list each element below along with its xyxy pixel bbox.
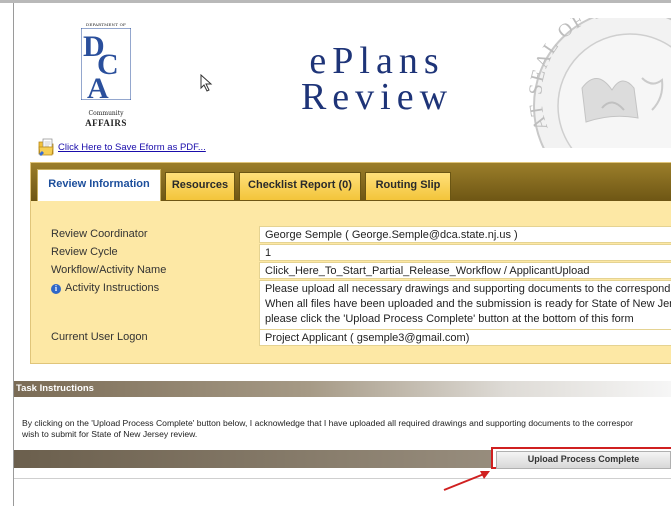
task-instructions-header: Task Instructions [14, 381, 671, 397]
task-text-line2: wish to submit for State of New Jersey r… [22, 429, 198, 439]
mouse-cursor-icon [200, 74, 213, 92]
tab-bar: Review Information Resources Checklist R… [31, 163, 671, 201]
activity-instructions-line2: When all files have been uploaded and th… [265, 298, 671, 310]
activity-instructions-line3: please click the 'Upload Process Complet… [265, 313, 634, 325]
red-arrow-annotation [443, 471, 490, 491]
current-user-value: Project Applicant ( gsemple3@gmail.com) [259, 329, 671, 346]
tab-resources[interactable]: Resources [165, 172, 235, 200]
activity-instructions-value: Please upload all necessary drawings and… [259, 280, 671, 330]
task-text-line1: By clicking on the 'Upload Process Compl… [22, 418, 633, 428]
left-border [13, 3, 14, 506]
save-pdf-link[interactable]: Click Here to Save Eform as PDF... [58, 142, 206, 153]
tab-review-information[interactable]: Review Information [37, 169, 161, 201]
review-cycle-label: Review Cycle [51, 246, 118, 258]
current-user-label: Current User Logon [51, 331, 148, 343]
task-instructions-title: Task Instructions [16, 383, 94, 394]
app-title-line2: Review [300, 76, 454, 118]
workflow-label: Workflow/Activity Name [51, 264, 167, 276]
pdf-save-icon[interactable] [36, 137, 56, 157]
review-coordinator-label: Review Coordinator [51, 228, 148, 240]
activity-instructions-label: Activity Instructions [65, 282, 160, 294]
workflow-value: Click_Here_To_Start_Partial_Release_Work… [259, 262, 671, 279]
activity-instructions-line1: Please upload all necessary drawings and… [265, 283, 671, 295]
upload-button-highlight: Upload Process Complete [491, 447, 671, 469]
task-instructions-text: By clicking on the 'Upload Process Compl… [22, 418, 671, 440]
top-border [0, 0, 671, 3]
app-title-line1: ePlans [309, 40, 445, 82]
info-icon[interactable]: i [51, 284, 61, 294]
review-info-panel: Review Information Resources Checklist R… [30, 162, 671, 364]
state-seal-image: AT SEAL OF THE [525, 18, 671, 148]
logo-affairs-text: AFFAIRS [85, 118, 127, 128]
logo-dept-label: DEPARTMENT OF [85, 22, 127, 27]
logo-community-text: Community [88, 110, 124, 117]
review-cycle-value: 1 [259, 244, 671, 261]
upload-process-complete-button[interactable]: Upload Process Complete [496, 451, 671, 469]
tab-routing-slip[interactable]: Routing Slip [365, 172, 451, 200]
review-coordinator-value: George Semple ( George.Semple@dca.state.… [259, 226, 671, 243]
svg-text:A: A [87, 72, 109, 100]
tab-checklist-report[interactable]: Checklist Report (0) [239, 172, 361, 200]
bottom-divider [14, 478, 671, 479]
dca-letters-graphic: D C A [81, 28, 131, 100]
dca-logo: DEPARTMENT OF D C A Community AFFAIRS [78, 22, 134, 128]
activity-instructions-label-row: i Activity Instructions [51, 282, 159, 294]
